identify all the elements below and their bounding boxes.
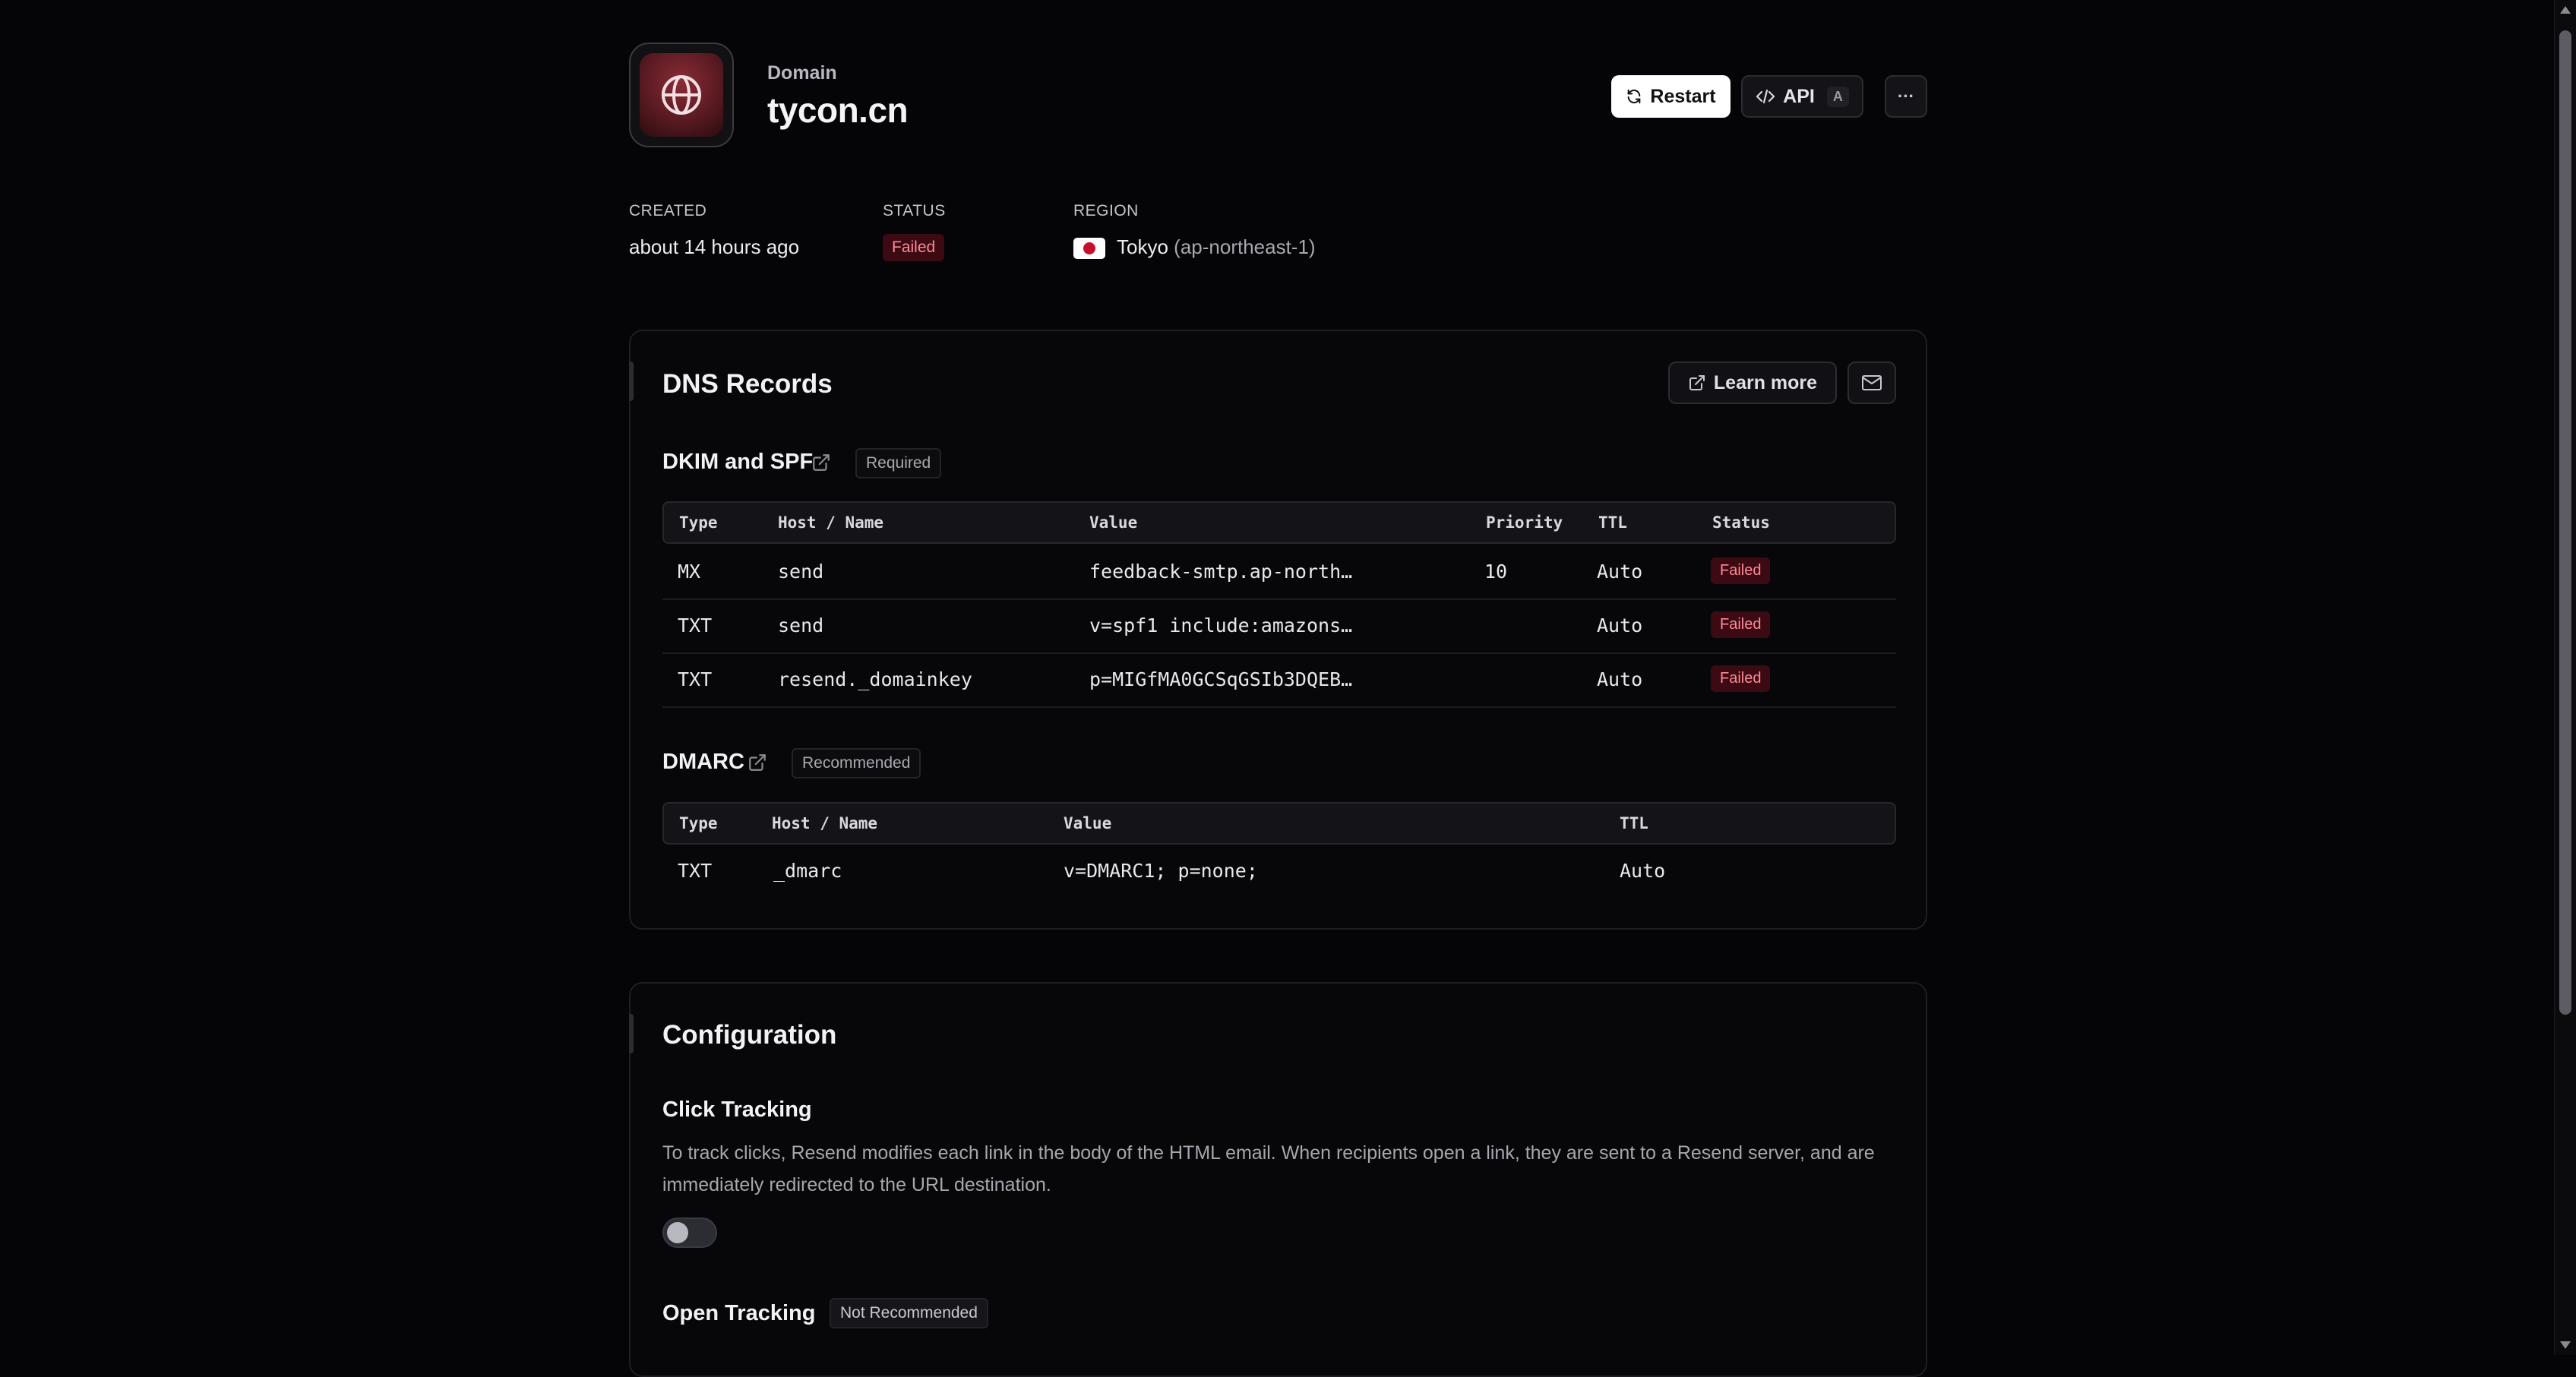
- page-eyebrow: Domain: [767, 62, 837, 84]
- record-type: TXT: [678, 668, 713, 690]
- code-icon: [1756, 89, 1775, 104]
- mail-icon: [1862, 375, 1882, 390]
- created-value: about 14 hours ago: [629, 235, 800, 258]
- record-ttl: Auto: [1620, 860, 1666, 882]
- column-header: Value: [1064, 814, 1112, 832]
- dns-records-title: DNS Records: [662, 369, 833, 399]
- status-label: STATUS: [883, 202, 946, 219]
- record-ttl: Auto: [1597, 614, 1643, 636]
- column-header: Status: [1712, 513, 1770, 532]
- learn-more-label: Learn more: [1713, 371, 1818, 393]
- api-label: API: [1783, 85, 1815, 107]
- record-type: MX: [678, 561, 701, 583]
- region-city: Tokyo: [1117, 235, 1168, 258]
- configuration-title: Configuration: [662, 1020, 837, 1050]
- column-header: Host / Name: [772, 814, 878, 832]
- scroll-up-icon[interactable]: [2560, 6, 2571, 14]
- column-header: TTL: [1598, 513, 1627, 532]
- region-label: REGION: [1073, 202, 1139, 219]
- dns-records-card: DNS Records Learn more DKIM and SPF Requ…: [629, 330, 1927, 930]
- api-shortcut-key: A: [1826, 86, 1849, 107]
- email-records-button[interactable]: [1847, 362, 1896, 404]
- record-ttl: Auto: [1597, 668, 1643, 690]
- restart-label: Restart: [1650, 85, 1716, 107]
- japan-flag-icon: [1073, 238, 1105, 259]
- record-value[interactable]: v=DMARC1; p=none;: [1064, 860, 1258, 882]
- region-code: (ap-northeast-1): [1174, 235, 1316, 258]
- scrollbar-thumb[interactable]: [2559, 30, 2571, 1015]
- table-row: TXT resend._domainkey p=MIGfMA0GCSqGSIb3…: [662, 653, 1896, 708]
- column-header: Value: [1089, 513, 1138, 532]
- record-ttl: Auto: [1597, 561, 1643, 583]
- record-host[interactable]: _dmarc: [773, 860, 842, 882]
- table-row: MX send feedback-smtp.ap-north… 10 Auto …: [662, 545, 1896, 600]
- page-scrollbar[interactable]: [2554, 0, 2576, 1355]
- dmarc-title: DMARC: [662, 750, 744, 774]
- table-row: TXT _dmarc v=DMARC1; p=none; Auto: [662, 845, 1896, 898]
- column-header: Type: [679, 513, 718, 532]
- configuration-card: Configuration Click Tracking To track cl…: [629, 982, 1927, 1377]
- record-value[interactable]: feedback-smtp.ap-north…: [1089, 561, 1352, 583]
- not-recommended-tag: Not Recommended: [830, 1298, 988, 1328]
- dmarc-table-header: Type Host / Name Value TTL: [662, 802, 1896, 845]
- card-accent: [629, 362, 634, 401]
- region-value: Tokyo (ap-northeast-1): [1117, 235, 1316, 259]
- click-tracking-description: To track clicks, Resend modifies each li…: [662, 1142, 1875, 1195]
- more-options-button[interactable]: ···: [1885, 75, 1927, 118]
- record-host[interactable]: send: [778, 614, 823, 636]
- globe-icon: [662, 75, 701, 115]
- api-button[interactable]: API A: [1741, 75, 1863, 118]
- page-title: tycon.cn: [767, 90, 909, 130]
- external-link-icon[interactable]: [811, 453, 831, 472]
- record-type: TXT: [678, 614, 713, 636]
- dkim-spf-title: DKIM and SPF: [662, 450, 814, 474]
- record-host[interactable]: send: [778, 561, 823, 583]
- scroll-down-icon[interactable]: [2560, 1341, 2571, 1349]
- status-badge: Failed: [1711, 611, 1771, 638]
- status-badge: Failed: [883, 234, 945, 261]
- restart-button[interactable]: Restart: [1611, 75, 1731, 118]
- record-priority: 10: [1484, 561, 1508, 583]
- refresh-icon: [1628, 89, 1641, 104]
- column-header: Type: [679, 814, 718, 832]
- required-tag: Required: [855, 448, 942, 478]
- record-value[interactable]: p=MIGfMA0GCSqGSIb3DQEB…: [1089, 668, 1352, 690]
- external-link-icon[interactable]: [748, 753, 767, 772]
- recommended-tag: Recommended: [792, 748, 921, 779]
- created-label: CREATED: [629, 202, 707, 219]
- external-link-icon: [1689, 375, 1705, 390]
- ellipsis-icon: ···: [1898, 87, 1914, 106]
- learn-more-button[interactable]: Learn more: [1668, 362, 1837, 404]
- click-tracking-toggle[interactable]: [662, 1218, 717, 1248]
- column-header: Host / Name: [778, 513, 884, 532]
- record-value[interactable]: v=spf1 include:amazons…: [1089, 614, 1352, 636]
- click-tracking-title: Click Tracking: [662, 1097, 812, 1122]
- record-host[interactable]: resend._domainkey: [778, 668, 972, 690]
- domain-logo: [629, 43, 734, 147]
- record-type: TXT: [678, 860, 713, 882]
- column-header: Priority: [1486, 513, 1563, 532]
- status-badge: Failed: [1711, 557, 1771, 584]
- card-accent: [629, 1014, 634, 1053]
- dkim-table-header: Type Host / Name Value Priority TTL Stat…: [662, 501, 1896, 544]
- column-header: TTL: [1620, 814, 1648, 832]
- status-badge: Failed: [1711, 665, 1771, 692]
- open-tracking-title: Open Tracking: [662, 1301, 816, 1325]
- table-row: TXT send v=spf1 include:amazons… Auto Fa…: [662, 599, 1896, 654]
